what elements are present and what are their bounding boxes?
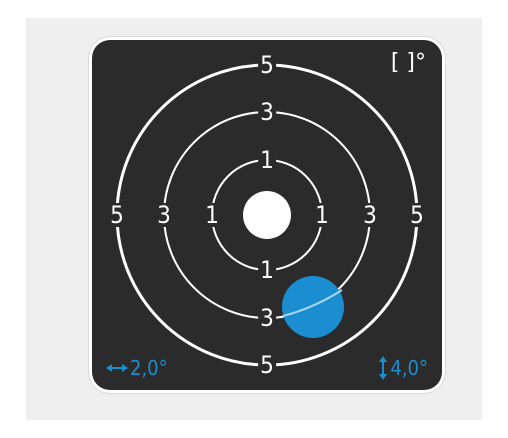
unit-label: [ ]°: [390, 50, 426, 75]
center-dot: [243, 191, 291, 239]
horizontal-readout-value: 2,0°: [130, 356, 168, 380]
vertical-double-arrow-icon: [379, 356, 388, 380]
ring-label-inner-left: 1: [203, 201, 221, 229]
ring-label-inner-right: 1: [313, 201, 331, 229]
horizontal-double-arrow-icon: [106, 364, 128, 372]
ring-label-outer-bottom: 5: [258, 351, 276, 379]
target-widget: [ ]° 5 3 1 5 3 1 1 3 5 1 3 5 2,0° 4,0°: [92, 40, 442, 390]
vertical-readout: 4,0°: [378, 356, 428, 380]
ring-label-outer-top: 5: [258, 51, 276, 79]
ring-label-outer-left: 5: [108, 201, 126, 229]
ring-label-middle-top: 3: [258, 98, 276, 126]
position-marker: [282, 276, 344, 338]
ring-label-middle-bottom: 3: [258, 304, 276, 332]
target-rings: [115, 63, 419, 367]
ring-label-inner-top: 1: [258, 146, 276, 174]
ring-label-middle-left: 3: [155, 201, 173, 229]
horizontal-readout: 2,0°: [106, 356, 168, 380]
ring-label-middle-right: 3: [361, 201, 379, 229]
ring-label-outer-right: 5: [408, 201, 426, 229]
vertical-readout-value: 4,0°: [390, 356, 428, 380]
ring-label-inner-bottom: 1: [258, 256, 276, 284]
